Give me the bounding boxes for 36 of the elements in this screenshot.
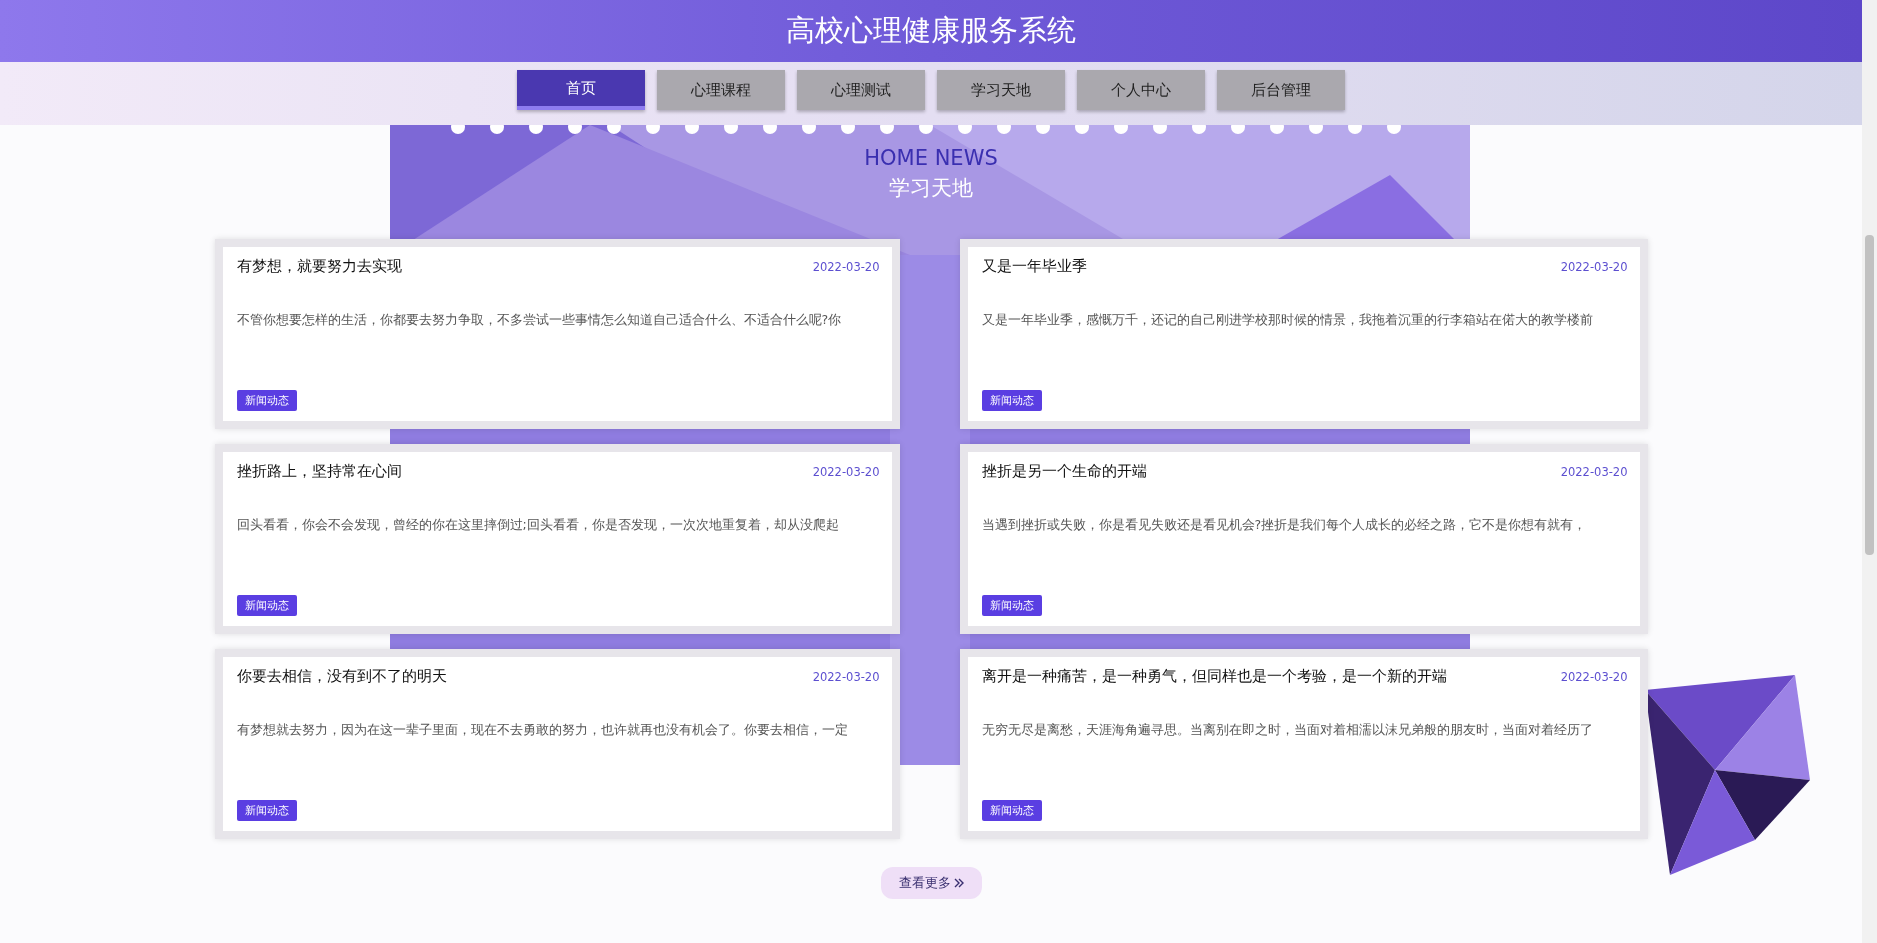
news-title[interactable]: 挫折路上，坚持常在心间	[236, 462, 402, 481]
news-date: 2022-03-20	[812, 669, 880, 684]
category-tag[interactable]: 新闻动态	[981, 390, 1042, 411]
nav-tab[interactable]: 首页	[517, 70, 645, 110]
category-tag[interactable]: 新闻动态	[236, 390, 297, 411]
nav-tab[interactable]: 后台管理	[1217, 70, 1345, 110]
news-excerpt: 回头看看，你会不会发现，曾经的你在这里摔倒过;回头看看，你是否发现，一次次地重复着，却从没爬起	[236, 517, 840, 534]
nav-tab[interactable]: 学习天地	[937, 70, 1065, 110]
view-more-button[interactable]: 查看更多	[880, 867, 982, 899]
news-title[interactable]: 挫折是另一个生命的开端	[981, 462, 1147, 481]
news-date: 2022-03-20	[1560, 259, 1628, 274]
news-excerpt: 有梦想就去努力，因为在这一辈子里面，现在不去勇敢的努力，也许就再也没有机会了。你要去相信，一定	[236, 722, 849, 739]
nav-tab[interactable]: 心理测试	[797, 70, 925, 110]
news-excerpt: 又是一年毕业季，感慨万千，还记的自己刚进学校那时候的情景，我拖着沉重的行李箱站在偌大的教学楼前	[981, 312, 1594, 329]
news-title[interactable]: 你要去相信，没有到不了的明天	[236, 667, 447, 686]
news-excerpt: 不管你想要怎样的生活，你都要去努力争取，不多尝试一些事情怎么知道自己适合什么、不适合什么呢?你	[236, 312, 843, 329]
scrollbar-thumb[interactable]	[1865, 235, 1874, 555]
news-date: 2022-03-20	[812, 464, 880, 479]
section-title: 学习天地	[889, 175, 973, 202]
news-excerpt: 当遇到挫折或失败，你是看见失败还是看见机会?挫折是我们每个人成长的必经之路，它不是你想有就有，	[981, 517, 1588, 534]
category-tag[interactable]: 新闻动态	[236, 800, 297, 821]
news-excerpt: 无穷无尽是离愁，天涯海角遍寻思。当离别在即之时，当面对着相濡以沫兄弟般的朋友时，当面对着经历了	[981, 722, 1594, 739]
category-tag[interactable]: 新闻动态	[981, 595, 1042, 616]
double-chevron-icon	[953, 878, 964, 888]
news-date: 2022-03-20	[1560, 669, 1628, 684]
category-tag[interactable]: 新闻动态	[236, 595, 297, 616]
site-title: 高校心理健康服务系统	[786, 12, 1076, 49]
section-subtitle: HOME NEWS	[864, 146, 998, 170]
news-title[interactable]: 又是一年毕业季	[981, 257, 1087, 276]
news-date: 2022-03-20	[1560, 464, 1628, 479]
news-date: 2022-03-20	[812, 259, 880, 274]
category-tag[interactable]: 新闻动态	[981, 800, 1042, 821]
news-title[interactable]: 有梦想，就要努力去实现	[236, 257, 402, 276]
news-title[interactable]: 离开是一种痛苦，是一种勇气，但同样也是一个考验，是一个新的开端	[981, 667, 1447, 686]
nav-tab[interactable]: 心理课程	[657, 70, 785, 110]
nav-tab[interactable]: 个人中心	[1077, 70, 1205, 110]
